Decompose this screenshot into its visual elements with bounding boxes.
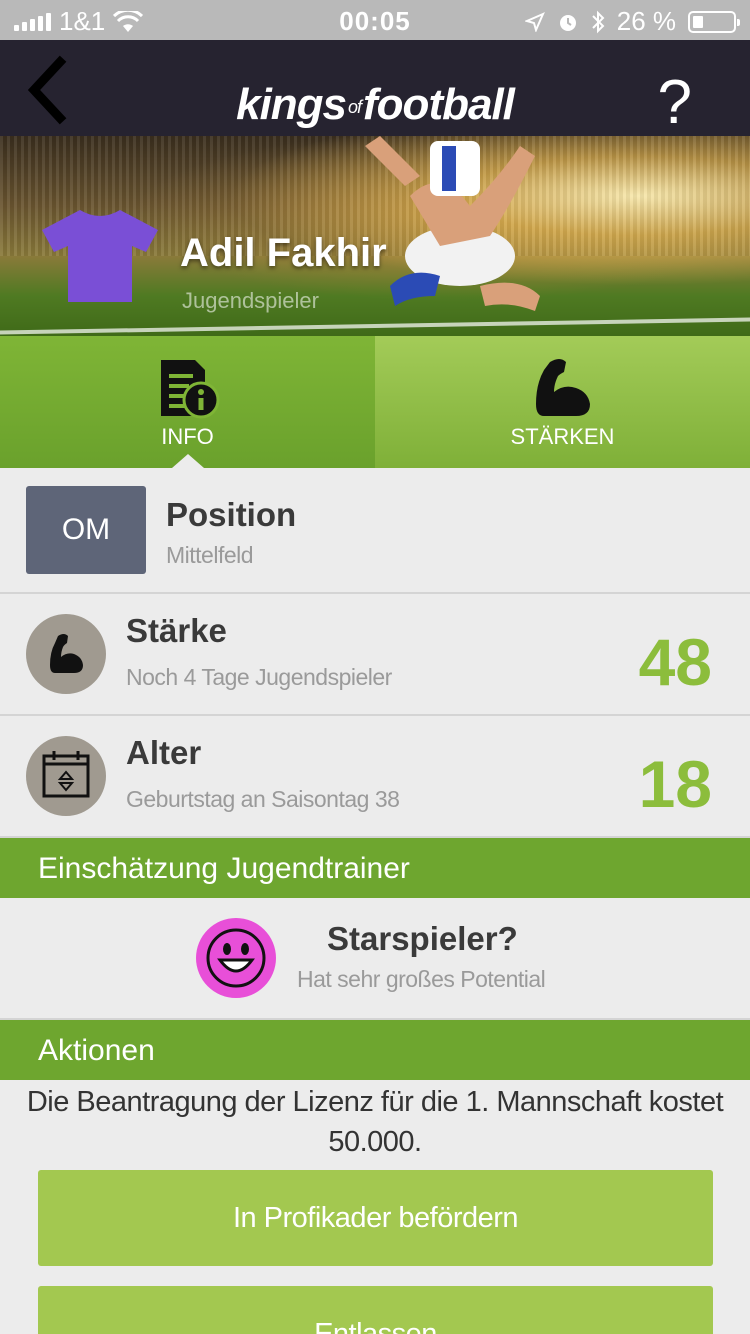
position-title: Position	[166, 496, 297, 533]
battery-percent: 26 %	[616, 6, 676, 36]
position-badge: OM	[26, 486, 146, 574]
tab-info[interactable]: INFO	[0, 336, 375, 468]
status-right: 26 %	[524, 6, 740, 37]
promote-button[interactable]: In Profikader befördern	[38, 1170, 713, 1266]
help-button[interactable]: ?	[658, 68, 692, 138]
strength-subtitle: Noch 4 Tage Jugendspieler	[126, 664, 392, 690]
tab-info-label: INFO	[161, 424, 214, 449]
logo-word-kings: kings	[236, 80, 347, 129]
calendar-icon	[42, 751, 90, 798]
assessment-title: Starspieler?	[327, 920, 518, 957]
player-role: Jugendspieler	[182, 288, 319, 313]
logo-word-football: football	[363, 80, 515, 129]
tab-staerken-label: STÄRKEN	[510, 424, 615, 449]
strength-row: Stärke Noch 4 Tage Jugendspieler 48	[0, 594, 750, 716]
document-info-icon	[161, 360, 220, 419]
age-row: Alter Geburtstag an Saisontag 38 18	[0, 716, 750, 838]
player-name: Adil Fakhir	[180, 231, 387, 275]
smiley-icon	[196, 918, 276, 998]
age-value: 18	[638, 747, 712, 821]
age-title: Alter	[126, 734, 202, 771]
active-tab-pointer	[172, 454, 204, 468]
tab-bar: INFO STÄRKEN	[0, 336, 750, 468]
age-subtitle: Geburtstag an Saisontag 38	[126, 786, 400, 812]
location-icon	[524, 11, 545, 32]
battery-icon	[688, 10, 740, 33]
bluetooth-icon	[592, 10, 605, 33]
jersey-icon	[42, 210, 158, 302]
strength-value: 48	[638, 625, 712, 699]
tab-staerken[interactable]: STÄRKEN	[375, 336, 750, 468]
player-hero: Adil Fakhir Jugendspieler	[0, 136, 750, 336]
assessment-subtitle: Hat sehr großes Potential	[297, 966, 546, 992]
actions-header: Aktionen	[0, 1020, 750, 1080]
strength-icon-circle	[26, 614, 106, 694]
status-bar: 1&1 00:05 26 %	[0, 0, 750, 40]
nav-bar: kings offootball ?	[0, 40, 750, 138]
age-icon-circle	[26, 736, 106, 816]
dismiss-button[interactable]: Entlassen	[38, 1286, 713, 1334]
license-cost-text: Die Beantragung der Lizenz für die 1. Ma…	[26, 1086, 724, 1158]
position-row: OM Position Mittelfeld	[0, 468, 750, 594]
alarm-icon	[559, 14, 576, 31]
strength-title: Stärke	[126, 612, 227, 649]
assessment-row: Starspieler? Hat sehr großes Potential	[0, 898, 750, 1020]
app-logo: kings offootball	[0, 80, 750, 130]
flexed-bicep-icon	[50, 634, 83, 673]
logo-word-of: of	[348, 96, 362, 117]
position-subtitle: Mittelfeld	[166, 542, 254, 568]
assessment-header: Einschätzung Jugendtrainer	[0, 838, 750, 898]
flexed-bicep-icon	[536, 359, 590, 416]
